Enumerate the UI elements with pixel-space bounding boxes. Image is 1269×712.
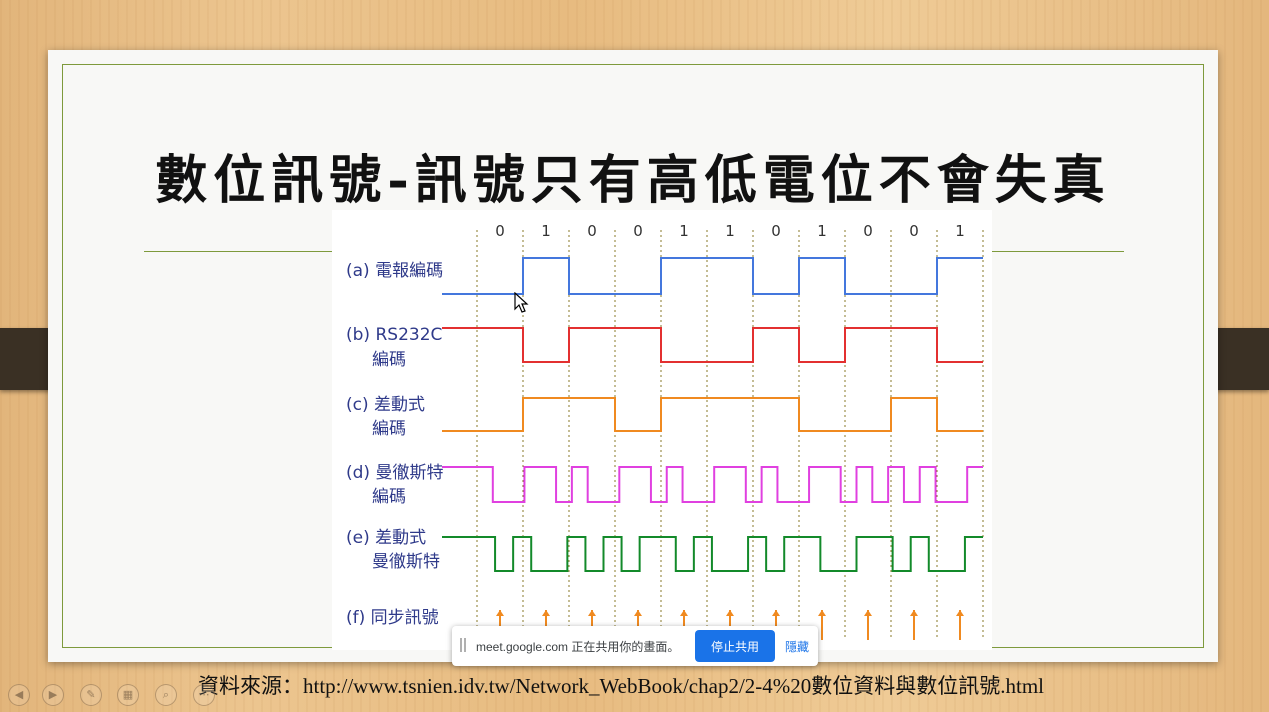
series-label: (c) 差動式 [346, 395, 425, 415]
source-citation: 資料來源：http://www.tsnien.idv.tw/Network_We… [198, 674, 1045, 698]
bit-label: 0 [863, 222, 873, 240]
series-label: 編碼 [372, 350, 406, 370]
bit-label: 0 [587, 222, 597, 240]
clock-arrowhead [910, 610, 918, 616]
bit-label: 1 [541, 222, 551, 240]
series-label: (a) 電報編碼 [346, 261, 443, 281]
title-rule-left [144, 251, 334, 252]
clock-arrowhead [818, 610, 826, 616]
clock-arrowhead [864, 610, 872, 616]
drag-handle-icon[interactable] [460, 638, 466, 652]
title-rule-right [990, 251, 1124, 252]
bit-label: 1 [679, 222, 689, 240]
next-icon[interactable]: ▶ [42, 684, 64, 706]
more-icon[interactable]: ⋯ [193, 684, 215, 706]
slide-title: 數位訊號-訊號只有高低電位不會失真 [155, 150, 1111, 211]
encoding-figure: 0 1 0 0 1 1 0 1 0 0 1 (a) 電報編碼 (b) RS232C 編碼 (c) 差動式 編碼… [332, 210, 992, 650]
prev-icon[interactable]: ◀ [8, 684, 30, 706]
bit-label: 0 [909, 222, 919, 240]
series-waveform [442, 327, 983, 363]
bit-label: 1 [817, 222, 827, 240]
series-label: 編碼 [372, 487, 406, 507]
series-label: 曼徹斯特 [372, 552, 440, 572]
pen-icon[interactable]: ✎ [80, 684, 102, 706]
bit-label: 1 [725, 222, 735, 240]
slides-icon[interactable]: ▦ [117, 684, 139, 706]
encoding-chart: 0 1 0 0 1 1 0 1 0 0 1(a) 電報編碼(b) RS232C編碼(c) 差動式編碼… [346, 222, 984, 640]
series-label: (f) 同步訊號 [346, 608, 439, 628]
bit-label: 1 [955, 222, 965, 240]
share-message: meet.google.com 正在共用你的畫面。 [476, 640, 680, 654]
clock-arrowhead [680, 610, 688, 616]
clock-arrowhead [634, 610, 642, 616]
clock-arrowhead [496, 610, 504, 616]
series-label: 編碼 [372, 419, 406, 439]
clock-arrowhead [726, 610, 734, 616]
bit-label: 0 [495, 222, 505, 240]
bit-label: 0 [633, 222, 643, 240]
stop-sharing-button[interactable]: 停止共用 [695, 630, 775, 662]
series-waveform [442, 257, 983, 295]
bit-label: 0 [771, 222, 781, 240]
series-label: (d) 曼徹斯特 [346, 463, 443, 483]
clock-arrowhead [956, 610, 964, 616]
clock-arrowhead [772, 610, 780, 616]
hide-button[interactable]: 隱藏 [785, 638, 809, 655]
series-label: (b) RS232C [346, 325, 442, 345]
clock-arrowhead [588, 610, 596, 616]
screen-share-bar: meet.google.com 正在共用你的畫面。 停止共用 隱藏 [452, 626, 818, 666]
zoom-icon[interactable]: ⌕ [155, 684, 177, 706]
series-label: (e) 差動式 [346, 528, 426, 548]
mouse-cursor-icon [514, 292, 529, 313]
series-waveform [442, 397, 983, 432]
clock-arrowhead [542, 610, 550, 616]
